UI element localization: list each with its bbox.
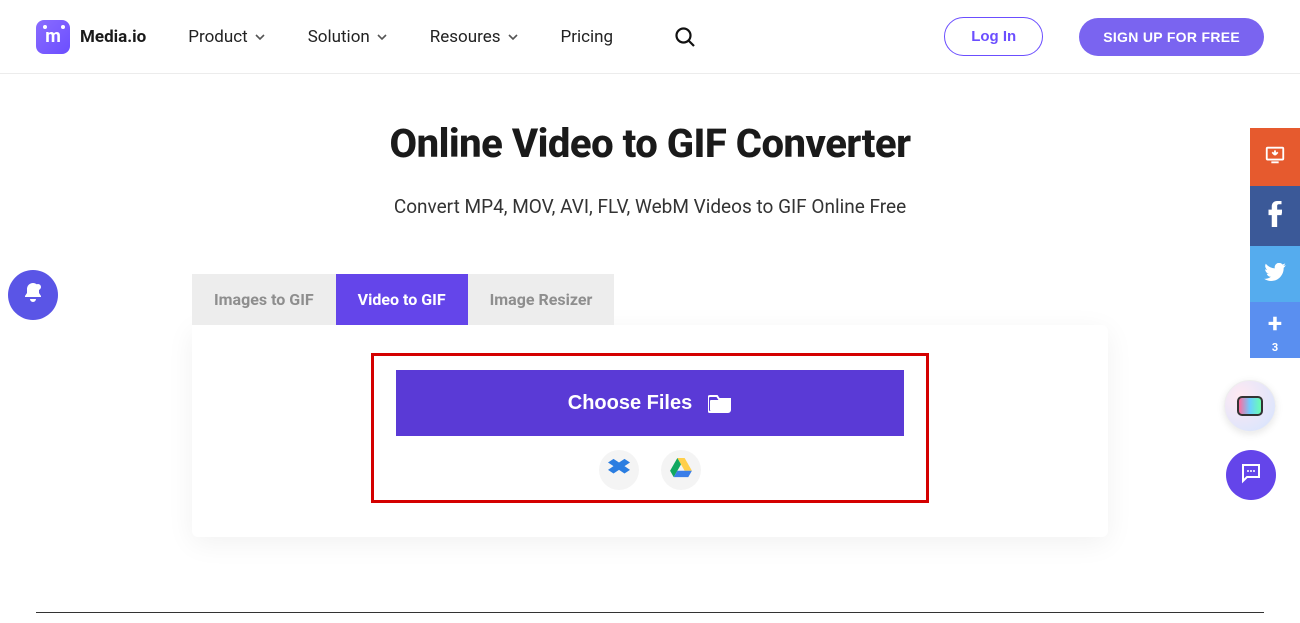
choose-files-button[interactable]: Choose Files	[396, 370, 904, 436]
nav-resources[interactable]: Resoures	[430, 27, 519, 47]
twitter-icon	[1264, 263, 1286, 285]
page-subtitle: Convert MP4, MOV, AVI, FLV, WebM Videos …	[0, 195, 1300, 218]
dropbox-button[interactable]	[599, 450, 639, 490]
signup-button[interactable]: SIGN UP FOR FREE	[1079, 18, 1264, 56]
primary-nav: Product Solution Resoures Pricing	[188, 25, 697, 49]
nav-product[interactable]: Product	[188, 27, 265, 47]
share-download[interactable]	[1250, 128, 1300, 186]
brand-logo-icon: m	[36, 20, 70, 54]
nav-pricing-label: Pricing	[561, 27, 614, 47]
chat-icon	[1239, 461, 1263, 489]
converter-tool: Images to GIF Video to GIF Image Resizer…	[192, 274, 1108, 537]
folder-icon	[708, 393, 732, 413]
chevron-down-icon	[376, 31, 388, 43]
share-more[interactable]: + 3	[1250, 302, 1300, 358]
tab-images-to-gif[interactable]: Images to GIF	[192, 274, 336, 325]
tab-image-resizer[interactable]: Image Resizer	[468, 274, 615, 325]
nav-product-label: Product	[188, 27, 247, 47]
nav-pricing[interactable]: Pricing	[561, 27, 614, 47]
share-count: 3	[1272, 341, 1278, 354]
dropbox-icon	[608, 458, 630, 482]
tab-video-to-gif[interactable]: Video to GIF	[336, 274, 468, 325]
choose-files-label: Choose Files	[568, 392, 692, 415]
bell-icon	[21, 281, 45, 309]
chat-fab[interactable]	[1226, 450, 1276, 500]
chevron-down-icon	[507, 31, 519, 43]
share-facebook[interactable]	[1250, 186, 1300, 246]
tool-panel: Choose Files	[192, 325, 1108, 537]
google-drive-icon	[670, 458, 692, 482]
main-content: Online Video to GIF Converter Convert MP…	[0, 74, 1300, 537]
annotation-highlight: Choose Files	[371, 353, 929, 503]
nav-solution-label: Solution	[308, 27, 370, 47]
plus-icon: +	[1268, 309, 1282, 339]
notifications-fab[interactable]	[8, 270, 58, 320]
nav-solution[interactable]: Solution	[308, 27, 388, 47]
page-title: Online Video to GIF Converter	[0, 120, 1300, 167]
chevron-down-icon	[254, 31, 266, 43]
download-icon	[1264, 144, 1286, 170]
login-button[interactable]: Log In	[944, 17, 1043, 56]
footer-divider	[36, 612, 1264, 613]
brand-logo-letter: m	[45, 26, 61, 47]
nav-resources-label: Resoures	[430, 27, 501, 47]
brand[interactable]: m Media.io	[36, 20, 146, 54]
cloud-sources	[396, 450, 904, 490]
chat-color-icon	[1237, 396, 1263, 416]
tool-tabs: Images to GIF Video to GIF Image Resizer	[192, 274, 629, 325]
site-header: m Media.io Product Solution Resoures Pri…	[0, 0, 1300, 74]
share-sidebar: + 3	[1250, 128, 1300, 358]
help-bubble[interactable]	[1224, 380, 1276, 432]
facebook-icon	[1268, 201, 1282, 231]
search-button[interactable]	[673, 25, 697, 49]
brand-name: Media.io	[80, 27, 146, 47]
share-twitter[interactable]	[1250, 246, 1300, 302]
search-icon	[673, 25, 697, 49]
google-drive-button[interactable]	[661, 450, 701, 490]
